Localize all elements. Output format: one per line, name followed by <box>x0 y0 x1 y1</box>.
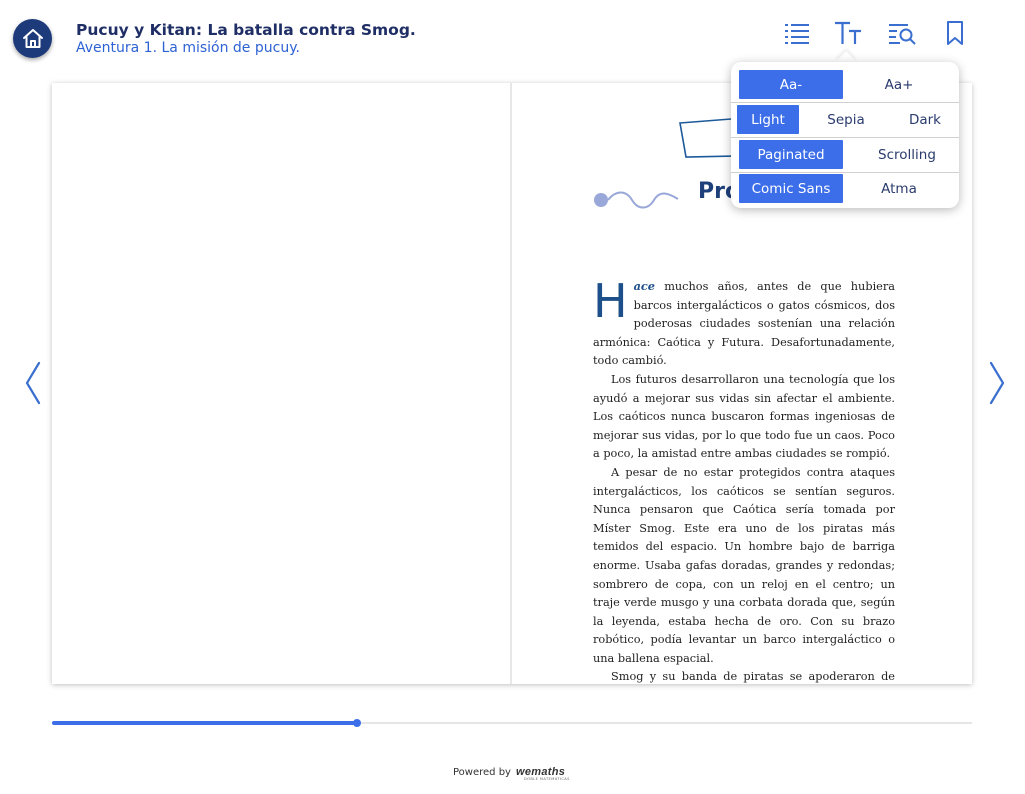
font-settings-button[interactable] <box>833 18 863 48</box>
list-icon <box>785 24 809 44</box>
wave-decoration <box>594 191 679 209</box>
layout-scrolling-option[interactable]: Scrolling <box>855 140 959 169</box>
search-button[interactable] <box>888 18 918 48</box>
divider <box>731 137 959 138</box>
theme-light-option[interactable]: Light <box>737 105 799 134</box>
home-button[interactable] <box>13 19 52 58</box>
decrease-font-button[interactable]: Aa- <box>739 70 843 99</box>
chapter-subtitle: Aventura 1. La misión de pucuy. <box>76 40 300 56</box>
progress-fill <box>52 721 357 725</box>
theme-dark-option[interactable]: Dark <box>894 105 956 134</box>
next-page-button[interactable] <box>986 360 1008 406</box>
divider <box>731 172 959 173</box>
theme-sepia-option[interactable]: Sepia <box>815 105 877 134</box>
left-page <box>52 83 510 684</box>
font-atma-option[interactable]: Atma <box>847 174 951 203</box>
previous-page-button[interactable] <box>22 360 44 406</box>
chevron-left-icon <box>25 361 41 405</box>
reader-settings-popover: Aa- Aa+ Light Sepia Dark Paginated Scrol… <box>731 62 959 208</box>
book-title: Pucuy y Kitan: La batalla contra Smog. <box>76 21 416 39</box>
powered-by-label: Powered by <box>453 767 511 778</box>
progress-handle[interactable] <box>353 719 361 727</box>
bookmark-icon <box>947 21 963 45</box>
story-text: Hace muchos años, antes de que hubiera b… <box>593 277 895 684</box>
lead-word: ace <box>633 279 655 293</box>
bookmark-button[interactable] <box>940 18 970 48</box>
text-size-icon <box>835 21 861 44</box>
table-of-contents-button[interactable] <box>782 18 812 48</box>
paragraph: A pesar de no estar protegidos contra at… <box>593 465 895 665</box>
paragraph-text: muchos años, antes de que hubiera barcos… <box>593 280 895 368</box>
increase-font-button[interactable]: Aa+ <box>847 70 951 99</box>
home-icon <box>22 28 43 48</box>
font-comic-sans-option[interactable]: Comic Sans <box>739 174 843 203</box>
layout-paginated-option[interactable]: Paginated <box>739 140 843 169</box>
divider <box>731 102 959 103</box>
brand-tagline: DOBLE MATEMÁTICAS <box>524 777 570 781</box>
chevron-right-icon <box>989 361 1005 405</box>
paragraph: Smog y su banda de piratas se apoderaron… <box>611 670 895 684</box>
search-icon <box>889 24 916 45</box>
drop-cap: H <box>593 274 628 328</box>
paragraph: Los futuros desarrollaron una tecnología… <box>593 372 895 461</box>
paragraph: Hace muchos años, antes de que hubiera b… <box>593 277 895 371</box>
